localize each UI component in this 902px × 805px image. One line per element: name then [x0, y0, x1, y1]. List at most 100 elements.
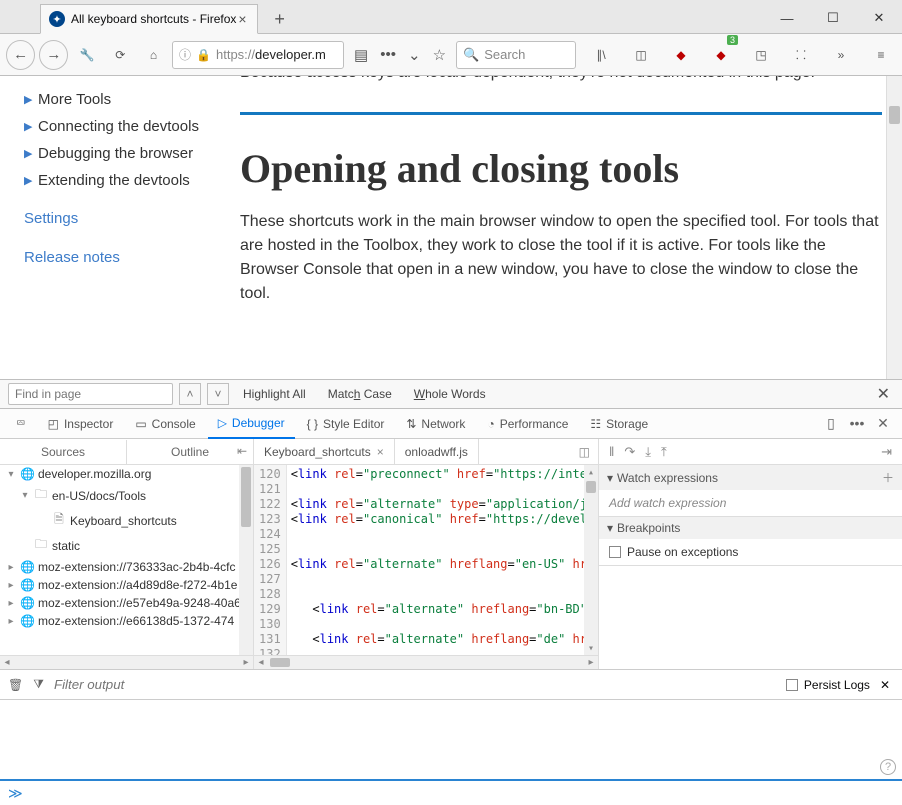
- tool-network[interactable]: ⇅Network: [396, 409, 475, 439]
- pause-on-exceptions[interactable]: Pause on exceptions: [599, 539, 902, 565]
- step-out-button[interactable]: ⤒: [661, 444, 667, 460]
- reader-icon[interactable]: ▤: [354, 46, 368, 64]
- sidebar-link-release[interactable]: Release notes: [24, 243, 230, 272]
- sidebar-item[interactable]: ▶More Tools: [24, 86, 230, 113]
- forward-button[interactable]: →: [39, 40, 68, 70]
- console-input[interactable]: ≫: [0, 779, 902, 805]
- pocket-icon[interactable]: ⌄: [408, 46, 421, 64]
- source-host[interactable]: moz-extension://e66138d5-1372-474: [38, 614, 234, 628]
- extension-icon-1[interactable]: ◆: [666, 40, 696, 70]
- help-icon[interactable]: ?: [880, 759, 896, 775]
- find-next-button[interactable]: ˅: [207, 383, 229, 405]
- highlight-all-toggle[interactable]: Highlight All: [235, 387, 314, 401]
- minimize-button[interactable]: —: [764, 3, 810, 33]
- overflow-icon[interactable]: »: [826, 40, 856, 70]
- sources-tab[interactable]: Sources: [0, 440, 127, 464]
- step-over-button[interactable]: ↷: [624, 444, 635, 460]
- scroll-thumb[interactable]: [889, 106, 900, 124]
- scroll-right-icon[interactable]: ▸: [239, 656, 253, 669]
- whole-words-toggle[interactable]: Whole Words: [406, 387, 494, 401]
- scroll-up-icon[interactable]: ▴: [584, 465, 598, 479]
- source-host[interactable]: moz-extension://736333ac-2b4b-4cfc: [38, 560, 235, 574]
- scroll-thumb[interactable]: [270, 658, 290, 667]
- tool-inspector[interactable]: ◰Inspector: [38, 409, 124, 439]
- outline-tab[interactable]: Outline: [127, 440, 253, 464]
- browser-tab[interactable]: ✦ All keyboard shortcuts - Firefox ×: [40, 4, 258, 34]
- tool-storage[interactable]: ☷Storage: [580, 409, 658, 439]
- code-editor[interactable]: 1201211221231241251261271281291301311321…: [254, 465, 598, 655]
- sidebar-icon[interactable]: ◫: [626, 40, 656, 70]
- horizontal-scrollbar[interactable]: ◂ ▸: [254, 655, 598, 669]
- new-tab-button[interactable]: +: [266, 5, 294, 33]
- watch-header[interactable]: ▾Watch expressions＋: [599, 465, 902, 490]
- pick-element-button[interactable]: ⮹: [6, 409, 36, 439]
- source-folder[interactable]: static: [52, 539, 80, 553]
- tab-close-icon[interactable]: ×: [236, 11, 248, 27]
- scrollbar[interactable]: [886, 76, 902, 379]
- scroll-thumb[interactable]: [241, 467, 251, 527]
- extension-icon-3[interactable]: ◳: [746, 40, 776, 70]
- source-host[interactable]: developer.mozilla.org: [38, 467, 151, 481]
- home-button[interactable]: ⌂: [139, 40, 168, 70]
- sources-tree[interactable]: ▾🌐developer.mozilla.org ▾🗀en-US/docs/Too…: [0, 465, 253, 655]
- watch-input[interactable]: Add watch expression: [599, 490, 902, 516]
- source-folder[interactable]: en-US/docs/Tools: [52, 489, 146, 503]
- breakpoints-header[interactable]: ▾Breakpoints: [599, 517, 902, 539]
- scrollbar[interactable]: ▴ ▾: [584, 465, 598, 655]
- filter-icon[interactable]: ⧩: [33, 677, 44, 692]
- scroll-left-icon[interactable]: ◂: [254, 656, 268, 669]
- source-file[interactable]: Keyboard_shortcuts: [70, 514, 177, 528]
- find-input[interactable]: [8, 383, 173, 405]
- step-in-button[interactable]: ⤓: [645, 444, 651, 460]
- trash-icon[interactable]: 🗑: [8, 678, 23, 692]
- checkbox[interactable]: [609, 546, 621, 558]
- scrollbar[interactable]: [239, 465, 253, 655]
- horizontal-scrollbar[interactable]: ◂ ▸: [0, 655, 253, 669]
- sidebar-item[interactable]: ▶Debugging the browser: [24, 140, 230, 167]
- page-action-icon[interactable]: •••: [380, 46, 396, 63]
- devtools-close-button[interactable]: ✕: [870, 415, 896, 432]
- library-icon[interactable]: ∥\: [586, 40, 616, 70]
- console-close-icon[interactable]: ✕: [876, 678, 894, 692]
- devtools-more-button[interactable]: •••: [844, 415, 870, 432]
- code-tab[interactable]: Keyboard_shortcuts×: [254, 439, 395, 464]
- menu-button[interactable]: ≡: [866, 40, 896, 70]
- tool-debugger[interactable]: ▷Debugger: [208, 409, 295, 439]
- tool-styleeditor[interactable]: { }Style Editor: [297, 409, 395, 439]
- scroll-left-icon[interactable]: ◂: [0, 656, 14, 669]
- search-bar[interactable]: 🔍 Search: [456, 41, 576, 69]
- scroll-thumb[interactable]: [586, 481, 596, 493]
- find-prev-button[interactable]: ˄: [179, 383, 201, 405]
- scroll-right-icon[interactable]: ▸: [584, 656, 598, 669]
- add-watch-button[interactable]: ＋: [882, 469, 894, 486]
- extension-icon-4[interactable]: ⸬: [786, 40, 816, 70]
- tool-performance[interactable]: ◔Performance: [477, 409, 578, 439]
- scroll-down-icon[interactable]: ▾: [584, 641, 598, 655]
- close-icon[interactable]: ×: [377, 445, 384, 459]
- collapse-icon[interactable]: ⇥: [881, 444, 892, 460]
- extension-icon-2[interactable]: ◆: [706, 40, 736, 70]
- sidebar-item[interactable]: ▶Extending the devtools: [24, 167, 230, 194]
- persist-checkbox[interactable]: [786, 679, 798, 691]
- filter-output-input[interactable]: [54, 677, 254, 692]
- collapse-icon[interactable]: ⇤: [237, 444, 247, 458]
- tool-console[interactable]: ▭Console: [125, 409, 205, 439]
- source-host[interactable]: moz-extension://e57eb49a-9248-40a6: [38, 596, 241, 610]
- dock-button[interactable]: ▯: [818, 415, 844, 432]
- maximize-button[interactable]: ☐: [810, 3, 856, 33]
- vertical-layout-icon[interactable]: ◫: [579, 445, 590, 459]
- find-close-icon[interactable]: ✕: [873, 384, 894, 404]
- devtools-wrench-button[interactable]: 🔧: [72, 40, 101, 70]
- code-tab[interactable]: onloadwff.js: [395, 439, 479, 464]
- bookmark-star-icon[interactable]: ☆: [433, 46, 446, 64]
- match-case-toggle[interactable]: Match Case: [320, 387, 400, 401]
- sidebar-link-settings[interactable]: Settings: [24, 204, 230, 233]
- close-window-button[interactable]: ✕: [856, 3, 902, 33]
- source-host[interactable]: moz-extension://a4d89d8e-f272-4b1e: [38, 578, 237, 592]
- back-button[interactable]: ←: [6, 40, 35, 70]
- url-bar[interactable]: ⓘ 🔒 https://developer.m: [172, 41, 344, 69]
- reload-button[interactable]: ⟳: [106, 40, 135, 70]
- pause-button[interactable]: ‖: [609, 444, 614, 459]
- info-icon[interactable]: ⓘ: [179, 46, 191, 63]
- sidebar-item[interactable]: ▶Connecting the devtools: [24, 113, 230, 140]
